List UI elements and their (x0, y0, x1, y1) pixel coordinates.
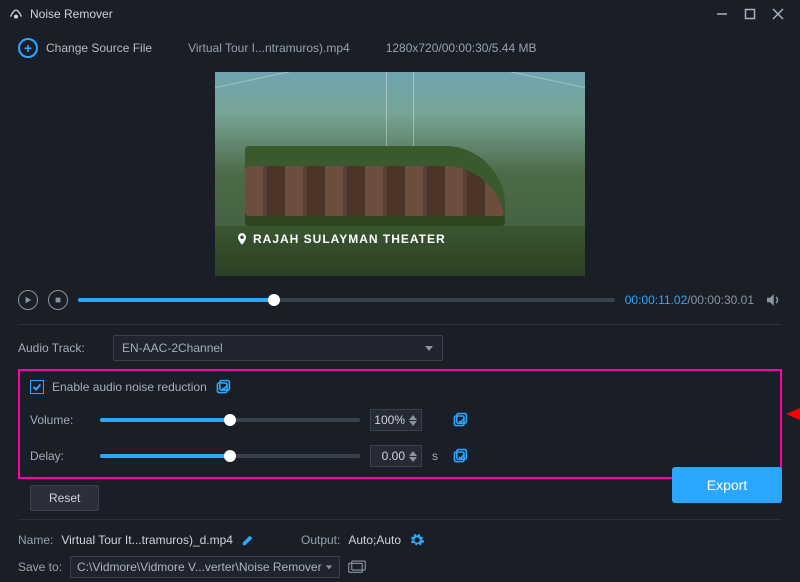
delay-step-up[interactable] (409, 451, 417, 456)
volume-label: Volume: (30, 413, 90, 427)
name-label: Name: (18, 533, 53, 547)
apply-delay-icon[interactable] (452, 448, 468, 464)
delay-label: Delay: (30, 449, 90, 463)
window-title: Noise Remover (30, 7, 113, 21)
maximize-button[interactable] (736, 0, 764, 28)
output-label: Output: (301, 533, 340, 547)
playback-time: 00:00:11.02/00:00:30.01 (625, 293, 754, 307)
save-path-value: C:\Vidmore\Vidmore V...verter\Noise Remo… (77, 560, 322, 574)
top-toolbar: + Change Source File Virtual Tour I...nt… (0, 28, 800, 72)
edit-name-icon[interactable] (241, 533, 255, 547)
delay-value-box[interactable]: 0.00 (370, 445, 422, 467)
audio-track-label: Audio Track: (18, 341, 113, 355)
enable-noise-checkbox[interactable] (30, 380, 44, 394)
volume-value-box[interactable]: 100% (370, 409, 422, 431)
video-preview[interactable]: RAJAH SULAYMAN THEATER (215, 72, 585, 276)
close-button[interactable] (764, 0, 792, 28)
title-bar: Noise Remover (0, 0, 800, 28)
audio-track-select[interactable]: EN-AAC-2Channel (113, 335, 443, 361)
volume-step-down[interactable] (409, 421, 417, 426)
delay-slider[interactable] (100, 454, 360, 458)
change-source-button[interactable]: + Change Source File (18, 38, 152, 58)
browse-folder-icon[interactable] (348, 560, 366, 574)
app-logo-icon (8, 6, 24, 22)
reset-button[interactable]: Reset (30, 485, 99, 511)
delay-step-down[interactable] (409, 457, 417, 462)
play-button[interactable] (18, 290, 38, 310)
output-settings-icon[interactable] (409, 532, 425, 548)
save-label: Save to: (18, 560, 62, 574)
footer: Name: Virtual Tour It...tramuros)_d.mp4 … (0, 522, 800, 582)
pin-icon (235, 232, 249, 246)
total-time: 00:00:30.01 (691, 293, 754, 307)
volume-step-up[interactable] (409, 415, 417, 420)
enable-noise-label: Enable audio noise reduction (52, 380, 207, 394)
source-filename: Virtual Tour I...ntramuros).mp4 (188, 41, 350, 55)
output-value: Auto;Auto (348, 533, 401, 547)
playback-bar: 00:00:11.02/00:00:30.01 (0, 286, 800, 322)
name-value: Virtual Tour It...tramuros)_d.mp4 (61, 533, 233, 547)
export-button[interactable]: Export (672, 467, 782, 503)
audio-track-row: Audio Track: EN-AAC-2Channel (0, 327, 800, 369)
stop-button[interactable] (48, 290, 68, 310)
save-path-box[interactable]: C:\Vidmore\Vidmore V...verter\Noise Remo… (70, 556, 340, 578)
delay-unit: s (432, 449, 442, 463)
chevron-down-icon (424, 343, 434, 353)
volume-icon[interactable] (764, 291, 782, 309)
current-time: 00:00:11.02 (625, 293, 688, 307)
volume-slider[interactable] (100, 418, 360, 422)
noise-reduction-panel: Enable audio noise reduction Volume: 100… (18, 369, 782, 479)
change-source-label: Change Source File (46, 41, 152, 55)
delay-value: 0.00 (382, 449, 405, 463)
apply-volume-icon[interactable] (452, 412, 468, 428)
source-fileinfo: 1280x720/00:00:30/5.44 MB (386, 41, 537, 55)
chevron-down-icon (325, 563, 333, 571)
apply-all-icon[interactable] (215, 379, 231, 395)
volume-value: 100% (374, 413, 405, 427)
audio-track-value: EN-AAC-2Channel (122, 341, 223, 355)
preview-caption: RAJAH SULAYMAN THEATER (235, 232, 446, 246)
annotation-arrow (786, 405, 800, 426)
minimize-button[interactable] (708, 0, 736, 28)
progress-slider[interactable] (78, 298, 615, 302)
plus-circle-icon: + (18, 38, 38, 58)
